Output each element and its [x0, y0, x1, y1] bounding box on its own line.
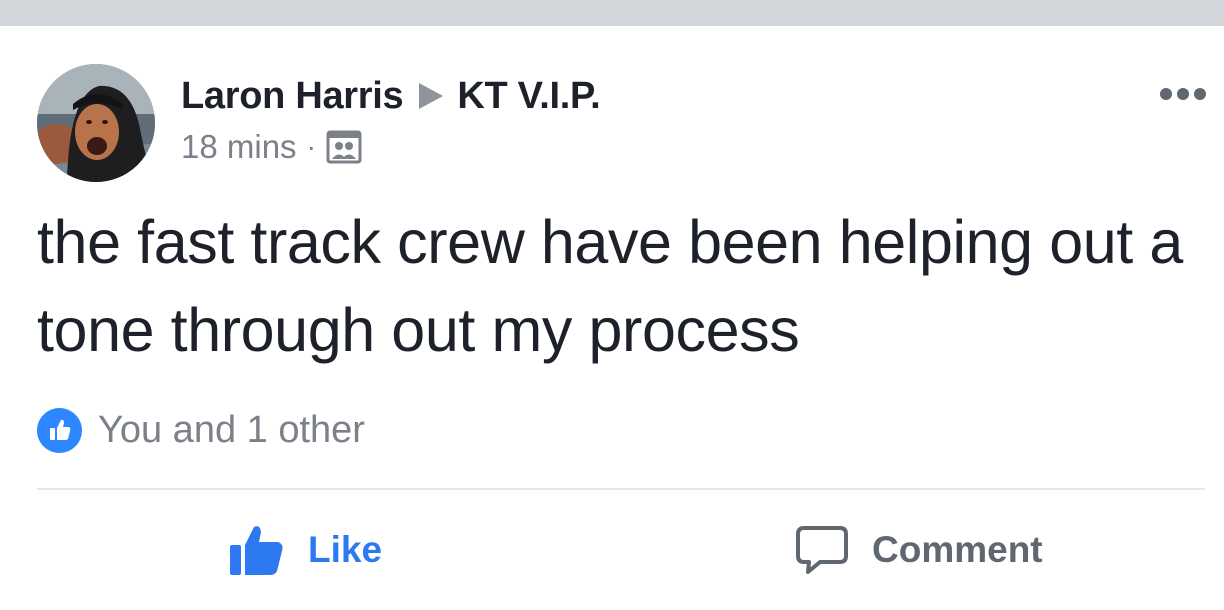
- author-name[interactable]: Laron Harris: [181, 75, 404, 118]
- group-audience-icon[interactable]: [326, 130, 362, 164]
- avatar[interactable]: [37, 64, 155, 182]
- like-button[interactable]: Like: [228, 520, 382, 580]
- like-reaction-icon: [37, 407, 82, 453]
- avatar-photo: [37, 64, 155, 182]
- comment-label: Comment: [872, 529, 1043, 570]
- comment-button[interactable]: Comment: [794, 520, 1043, 580]
- post-card: Laron Harris KT V.I.P. 18 mins · the fas…: [0, 26, 1224, 610]
- reactions-text: You and 1 other: [98, 408, 365, 451]
- thumbs-up-icon: [230, 526, 283, 575]
- like-label: Like: [308, 529, 383, 570]
- reactions-summary[interactable]: You and 1 other: [37, 403, 365, 457]
- timestamp[interactable]: 18 mins: [181, 128, 297, 166]
- more-options-icon[interactable]: [1160, 88, 1206, 100]
- post-meta: 18 mins ·: [181, 127, 362, 167]
- group-name[interactable]: KT V.I.P.: [457, 75, 600, 118]
- divider: [37, 488, 1205, 490]
- post-text: the fast track crew have been helping ou…: [37, 208, 1183, 364]
- shared-to-arrow-icon: [419, 83, 444, 109]
- comment-bubble-icon: [796, 526, 848, 574]
- meta-separator: ·: [306, 131, 316, 162]
- author-line: Laron Harris KT V.I.P.: [181, 74, 601, 118]
- top-bar: [0, 0, 1224, 26]
